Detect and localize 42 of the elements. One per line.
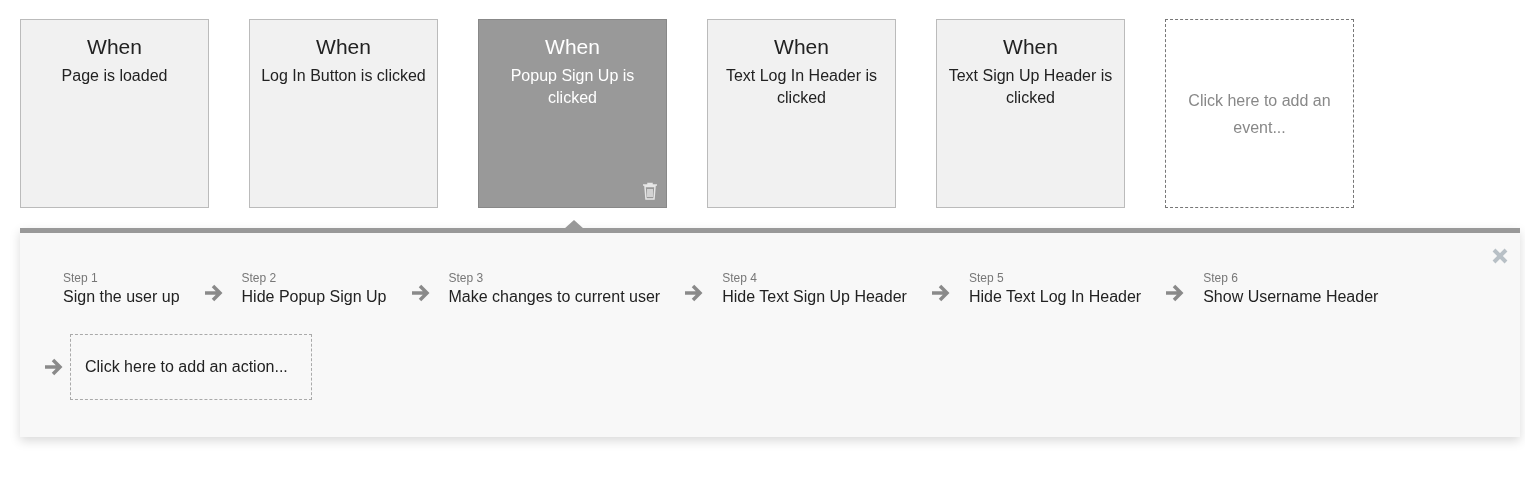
step-label: Step 5: [968, 271, 1005, 285]
event-card[interactable]: When Text Sign Up Header is clicked: [936, 19, 1125, 208]
arrow-icon: [684, 283, 705, 302]
event-description: Text Sign Up Header is clicked: [947, 66, 1114, 108]
add-event-button[interactable]: Click here to add an event...: [1165, 19, 1354, 208]
arrow-icon: [930, 283, 951, 302]
event-description: Popup Sign Up is clicked: [509, 66, 636, 108]
step-label: Step 4: [722, 271, 758, 285]
step-action: Show Username Header: [1203, 288, 1379, 306]
step-action: Make changes to current user: [448, 288, 661, 306]
step-label: Step 6: [1203, 271, 1239, 285]
workflow-step[interactable]: Step 2 Hide Popup Sign Up: [241, 271, 387, 306]
step-action: Hide Popup Sign Up: [241, 288, 387, 306]
workflow-step[interactable]: Step 3 Make changes to current user: [448, 271, 661, 306]
event-title: When: [315, 35, 372, 59]
event-description: Log In Button is clicked: [260, 66, 427, 86]
close-icon[interactable]: [1492, 248, 1508, 264]
event-card[interactable]: When Page is loaded: [20, 19, 209, 208]
step-action: Hide Text Log In Header: [968, 288, 1142, 306]
workflow-step[interactable]: Step 1 Sign the user up: [63, 271, 180, 306]
step-label: Step 3: [448, 271, 485, 285]
workflow-step[interactable]: Step 4 Hide Text Sign Up Header: [722, 271, 907, 306]
arrow-icon: [410, 283, 431, 302]
step-action: Sign the user up: [63, 288, 180, 306]
arrow-icon: [1165, 283, 1186, 302]
step-label: Step 1: [63, 271, 99, 285]
add-action-button[interactable]: Click here to add an action...: [70, 334, 312, 400]
event-title: When: [544, 35, 601, 59]
event-card[interactable]: When Log In Button is clicked: [249, 19, 438, 208]
step-label: Step 2: [241, 271, 278, 285]
trash-icon[interactable]: [642, 182, 658, 200]
workflow-step[interactable]: Step 5 Hide Text Log In Header: [968, 271, 1142, 306]
event-title: When: [1002, 35, 1059, 59]
workflow-step[interactable]: Step 6 Show Username Header: [1203, 271, 1379, 306]
event-title: When: [773, 35, 830, 59]
arrow-icon: [44, 358, 64, 376]
event-title: When: [86, 35, 143, 59]
event-description: Page is loaded: [60, 66, 169, 86]
arrow-icon: [203, 283, 224, 302]
event-description: Text Log In Header is clicked: [724, 66, 879, 108]
event-card[interactable]: When Text Log In Header is clicked: [707, 19, 896, 208]
step-action: Hide Text Sign Up Header: [722, 288, 907, 306]
